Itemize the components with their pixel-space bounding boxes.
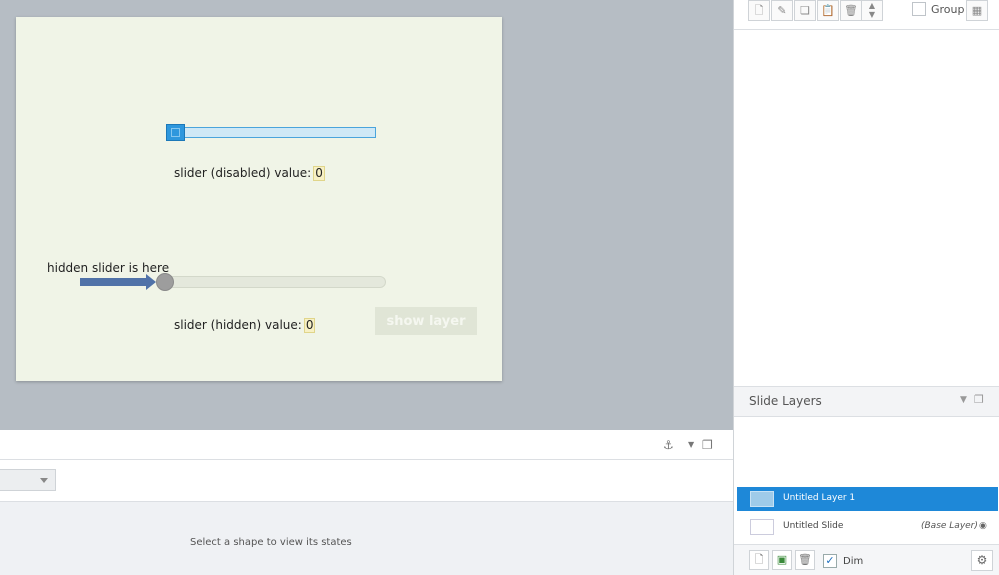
new-trigger-icon[interactable]: 🗋 (748, 0, 770, 21)
base-layer-tag: (Base Layer) (921, 521, 978, 531)
states-toolbar: ⚓ ▼ ❐ (0, 430, 733, 460)
layers-footer: 🗋 ▣ 🗑 ✓ Dim ⚙ (734, 544, 999, 575)
chevron-down-icon (40, 478, 48, 483)
delete-icon[interactable]: 🗑 (840, 0, 862, 21)
hidden-slider-annotation: hidden slider is here (47, 261, 170, 275)
chevron-down-icon[interactable]: ▼ (688, 437, 694, 453)
layer-item-untitled-layer-1[interactable]: Untitled Layer 1 (737, 487, 998, 511)
layer-thumbnail (750, 519, 774, 535)
variables-icon[interactable]: ▦ (966, 0, 988, 21)
triggers-toolbar: 🗋 ✎ ❏ 📋 🗑 ▲ ▼ Group ▦ (734, 0, 999, 30)
dim-checkbox[interactable]: ✓ (823, 554, 837, 568)
slide-layers-title: Slide Layers (749, 394, 822, 408)
disabled-slider-label: slider (disabled) value: (174, 166, 312, 180)
disabled-slider-value: 0 (313, 166, 325, 181)
disabled-slider-track (166, 127, 376, 138)
move-up-down-icon[interactable]: ▲ ▼ (861, 0, 883, 21)
arrow-shaft (80, 278, 146, 286)
eye-icon[interactable]: ◉ (979, 521, 987, 531)
dim-label: Dim (843, 556, 864, 567)
states-edit-icon[interactable]: ⚓ (663, 437, 674, 453)
layer-thumbnail (750, 491, 774, 507)
hidden-slider-caption: slider (hidden) value: 0 (174, 318, 316, 333)
disabled-slider-caption: slider (disabled) value: 0 (174, 166, 325, 181)
slide-layers-header: Slide Layers ▼ ❐ (734, 386, 999, 417)
states-select-row (0, 460, 733, 502)
new-layer-icon[interactable]: 🗋 (749, 550, 769, 570)
chevron-down-icon[interactable]: ▼ (960, 395, 967, 405)
arrow-right-icon (146, 274, 156, 290)
hidden-slider-thumb[interactable] (156, 273, 174, 291)
layer-item-base-layer[interactable]: Untitled Slide (Base Layer) ◉ (737, 515, 998, 539)
duplicate-layer-icon[interactable]: ▣ (772, 550, 792, 570)
thumb-grip-icon (171, 128, 180, 137)
show-layer-button[interactable]: show layer (375, 307, 477, 335)
hidden-slider-label: slider (hidden) value: (174, 318, 302, 332)
layer-name: Untitled Layer 1 (783, 493, 856, 503)
restore-window-icon[interactable]: ❐ (702, 437, 713, 453)
slide-canvas[interactable]: slider (disabled) value: 0 hidden slider … (16, 17, 502, 381)
slide-workspace: slider (disabled) value: 0 hidden slider … (0, 0, 733, 430)
edit-trigger-icon[interactable]: ✎ (771, 0, 793, 21)
right-panel: 🗋 ✎ ❏ 📋 🗑 ▲ ▼ Group ▦ Slide Layers ▼ ❐ Un… (733, 0, 999, 575)
disabled-slider-thumb (166, 124, 185, 141)
group-label: Group (931, 3, 965, 16)
state-select[interactable] (0, 469, 56, 491)
paste-icon[interactable]: 📋 (817, 0, 839, 21)
copy-icon[interactable]: ❏ (794, 0, 816, 21)
states-empty-message: Select a shape to view its states (190, 537, 352, 548)
group-checkbox[interactable] (912, 2, 926, 16)
hidden-slider-track[interactable] (163, 276, 386, 288)
gear-icon[interactable]: ⚙ (971, 550, 993, 571)
restore-window-icon[interactable]: ❐ (974, 393, 984, 406)
delete-layer-icon[interactable]: 🗑 (795, 550, 815, 570)
states-body: Select a shape to view its states (0, 502, 733, 575)
layer-name: Untitled Slide (783, 521, 844, 531)
hidden-slider-value: 0 (303, 318, 316, 333)
